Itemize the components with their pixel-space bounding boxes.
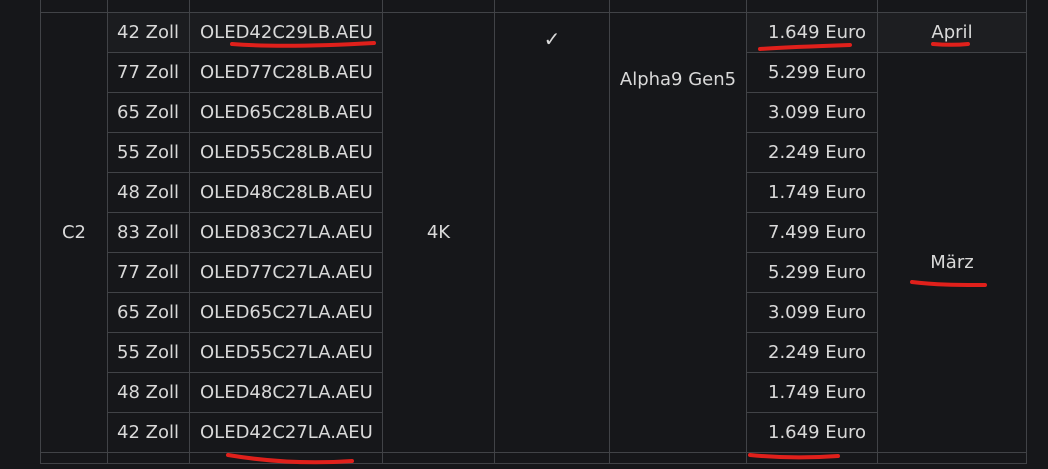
model-cell: OLED65C28LB.AEU (189, 92, 383, 133)
table-cell (382, 452, 495, 464)
check-icon: ✓ (543, 27, 561, 51)
check-cell: ✓ (494, 12, 610, 453)
model-cell: OLED83C27LA.AEU (189, 212, 383, 253)
model-cell: OLED77C28LB.AEU (189, 52, 383, 93)
processor-cell: Alpha9 Gen5 (609, 12, 747, 453)
product-table: C2 42 Zoll OLED42C29LB.AEU 4K ✓ Alpha9 G… (40, 0, 1027, 464)
table-row: C2 42 Zoll OLED42C29LB.AEU 4K ✓ Alpha9 G… (40, 12, 1027, 453)
model-cell: OLED42C27LA.AEU (189, 412, 383, 453)
table-cell (189, 0, 383, 13)
size-cell: 48 Zoll (107, 372, 190, 413)
price-cell: 3.099 Euro (746, 292, 878, 333)
model-cell: OLED65C27LA.AEU (189, 292, 383, 333)
size-cell: 55 Zoll (107, 132, 190, 173)
table-cell (382, 0, 495, 13)
model-cell: OLED55C28LB.AEU (189, 132, 383, 173)
table-cell (494, 452, 610, 464)
size-cell: 83 Zoll (107, 212, 190, 253)
table-cell (746, 452, 878, 464)
table-cell (107, 0, 190, 13)
table-cell (877, 0, 1027, 13)
price-cell: 7.499 Euro (746, 212, 878, 253)
series-cell: C2 (40, 12, 108, 453)
resolution-cell: 4K (382, 12, 495, 453)
table-cell (189, 452, 383, 464)
model-cell: OLED77C27LA.AEU (189, 252, 383, 293)
table-cell (107, 452, 190, 464)
size-cell: 77 Zoll (107, 252, 190, 293)
table-cell (746, 0, 878, 13)
size-cell: 42 Zoll (107, 412, 190, 453)
table-cell (609, 0, 747, 13)
model-cell: OLED48C27LA.AEU (189, 372, 383, 413)
size-cell: 65 Zoll (107, 292, 190, 333)
table-cell (40, 0, 108, 13)
price-cell: 5.299 Euro (746, 252, 878, 293)
model-cell: OLED55C27LA.AEU (189, 332, 383, 373)
price-cell: 3.099 Euro (746, 92, 878, 133)
month-april-cell: April (877, 12, 1027, 53)
table-cell (877, 452, 1027, 464)
price-cell: 1.649 Euro (746, 412, 878, 453)
size-cell: 42 Zoll (107, 12, 190, 53)
table-cell (609, 452, 747, 464)
size-cell: 65 Zoll (107, 92, 190, 133)
price-cell: 5.299 Euro (746, 52, 878, 93)
model-cell: OLED48C28LB.AEU (189, 172, 383, 213)
table-cell (494, 0, 610, 13)
month-maerz-cell: März (877, 52, 1027, 453)
model-cell: OLED42C29LB.AEU (189, 12, 383, 53)
table-cell (40, 452, 108, 464)
size-cell: 55 Zoll (107, 332, 190, 373)
price-cell: 1.649 Euro (746, 12, 878, 53)
size-cell: 48 Zoll (107, 172, 190, 213)
price-cell: 1.749 Euro (746, 172, 878, 213)
price-cell: 2.249 Euro (746, 132, 878, 173)
size-cell: 77 Zoll (107, 52, 190, 93)
price-cell: 1.749 Euro (746, 372, 878, 413)
price-cell: 2.249 Euro (746, 332, 878, 373)
